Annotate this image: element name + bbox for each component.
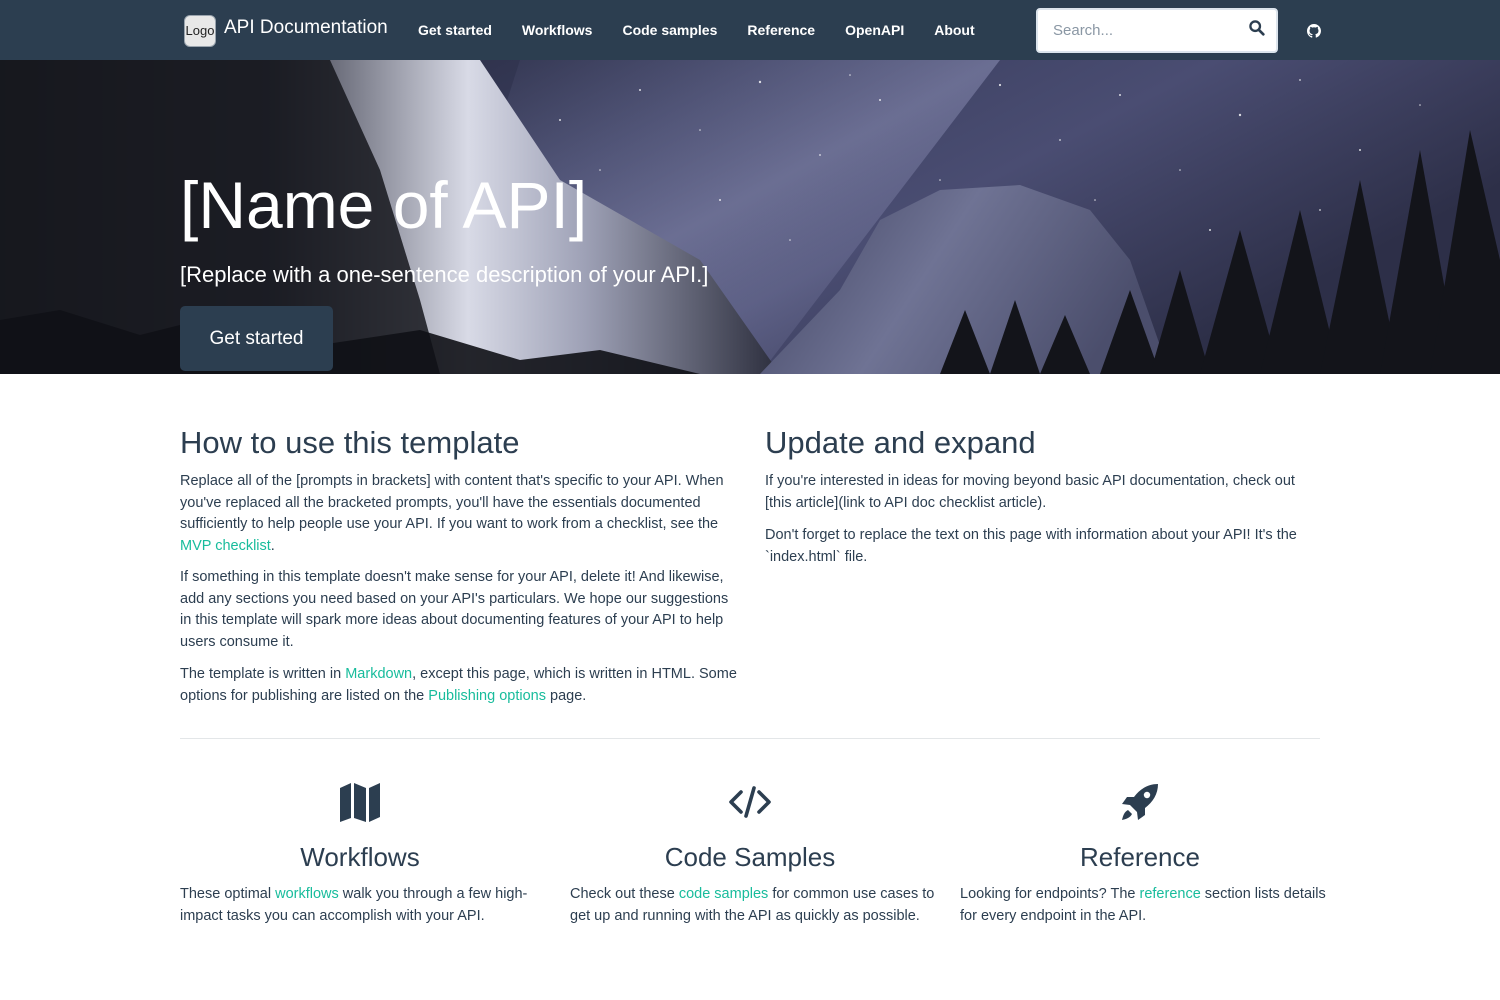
map-icon — [340, 783, 380, 822]
search-box — [1036, 8, 1278, 53]
how-to-p1-text: Replace all of the [prompts in brackets]… — [180, 473, 724, 532]
feature-text-start: These optimal — [180, 886, 276, 902]
brand-logo[interactable]: Logo — [184, 15, 216, 47]
feature-title-workflows: Workflows — [300, 842, 420, 872]
how-to-paragraph-1: Replace all of the [prompts in brackets]… — [180, 471, 740, 557]
search-icon[interactable] — [1248, 19, 1266, 37]
update-expand-heading: Update and expand — [765, 425, 1036, 460]
hero-banner: [Name of API] [Replace with a one-senten… — [0, 60, 1500, 374]
how-to-paragraph-3: The template is written in Markdown, exc… — [180, 664, 740, 707]
how-to-use-heading: How to use this template — [180, 425, 520, 460]
hero-title: [Name of API] — [180, 168, 588, 242]
how-to-p3-end: page. — [545, 687, 587, 704]
feature-text-reference: Looking for endpoints? The reference sec… — [960, 884, 1330, 927]
nav-link-workflows[interactable]: Workflows — [507, 0, 608, 60]
section-divider — [180, 738, 1320, 739]
how-to-paragraph-2: If something in this template doesn't ma… — [180, 569, 729, 650]
code-samples-link[interactable]: code samples — [679, 886, 768, 902]
github-icon[interactable] — [1307, 24, 1321, 38]
reference-link[interactable]: reference — [1140, 886, 1201, 902]
feature-title-reference: Reference — [1080, 842, 1200, 872]
nav-link-about[interactable]: About — [919, 0, 989, 60]
update-paragraph-2: Don't forget to replace the text on this… — [765, 527, 1297, 565]
feature-text-start: Looking for endpoints? The — [960, 886, 1140, 902]
feature-text-code-samples: Check out these code samples for common … — [570, 884, 940, 927]
workflows-link[interactable]: workflows — [275, 886, 339, 902]
nav-link-get-started[interactable]: Get started — [403, 0, 507, 60]
nav-link-openapi[interactable]: OpenAPI — [830, 0, 919, 60]
markdown-link[interactable]: Markdown — [345, 666, 412, 682]
publishing-options-link[interactable]: Publishing options — [428, 688, 546, 704]
nav-links: Get started Workflows Code samples Refer… — [403, 0, 990, 60]
update-paragraph-1: If you're interested in ideas for moving… — [765, 473, 1295, 511]
navbar: Logo API Documentation Get started Workf… — [0, 0, 1500, 60]
mvp-checklist-link[interactable]: MVP checklist — [180, 538, 271, 554]
brand-title-link[interactable]: API Documentation — [224, 17, 388, 39]
code-icon — [729, 786, 771, 818]
feature-text-workflows: These optimal workflows walk you through… — [180, 884, 550, 927]
feature-title-code-samples: Code Samples — [664, 842, 836, 872]
how-to-p3-start: The template is written in — [180, 666, 346, 682]
rocket-icon — [1122, 784, 1158, 820]
hero-subtitle: [Replace with a one-sentence description… — [180, 262, 709, 287]
nav-link-reference[interactable]: Reference — [732, 0, 830, 60]
search-input[interactable] — [1038, 10, 1238, 51]
nav-link-code-samples[interactable]: Code samples — [607, 0, 732, 60]
feature-text-start: Check out these — [570, 886, 679, 902]
get-started-button[interactable]: Get started — [180, 306, 333, 371]
how-to-p1-end: . — [270, 537, 275, 554]
